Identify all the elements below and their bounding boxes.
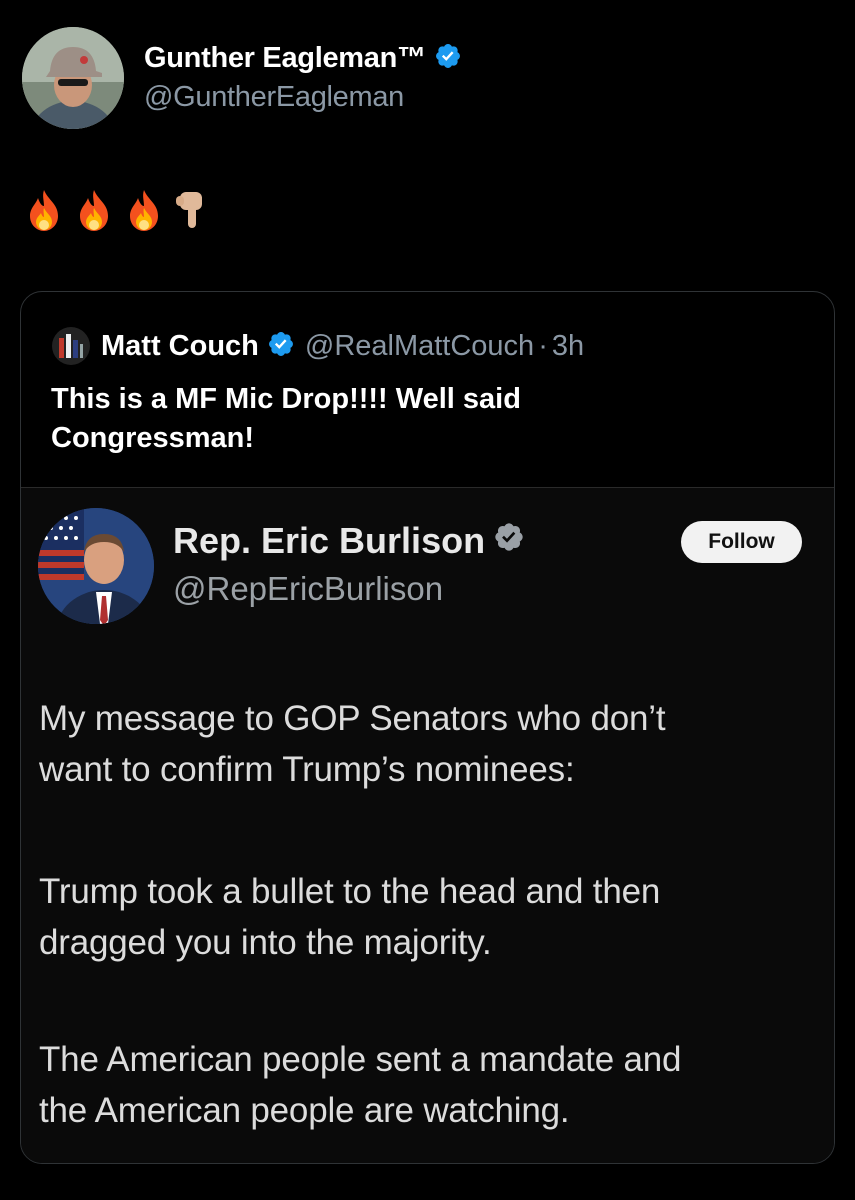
- quoted-timestamp[interactable]: 3h: [552, 330, 584, 363]
- author-avatar[interactable]: [22, 27, 124, 129]
- embedded-text-line: My message to GOP Senators who don’t: [39, 699, 666, 738]
- quoted-avatar[interactable]: [51, 326, 91, 366]
- quoted-text-line: Congressman!: [51, 422, 255, 454]
- embedded-post-image[interactable]: Rep. Eric Burlison @RepEricBurlison Foll…: [21, 487, 834, 1163]
- fire-icon: [30, 190, 58, 231]
- verified-badge-icon: [434, 42, 462, 75]
- embedded-avatar: [38, 508, 154, 624]
- quoted-display-name[interactable]: Matt Couch: [101, 330, 259, 363]
- embedded-handle: @RepEricBurlison: [173, 570, 444, 607]
- embedded-text-line: want to confirm Trump’s nominees:: [39, 750, 575, 789]
- embedded-text-line: Trump took a bullet to the head and then: [39, 872, 661, 911]
- embedded-text-line: The American people sent a mandate and: [39, 1040, 682, 1079]
- embedded-name-text: Rep. Eric Burlison: [173, 520, 486, 561]
- verified-badge-icon: [267, 330, 295, 363]
- post-header: Gunther Eagleman™ @GuntherEagleman: [22, 27, 462, 129]
- post-emoji-row: [24, 188, 208, 232]
- embedded-paragraph: Trump took a bullet to the head and then…: [39, 866, 829, 968]
- quoted-separator: ·: [538, 329, 548, 362]
- embedded-display-name: Rep. Eric Burlison: [173, 520, 525, 562]
- author-handle[interactable]: @GuntherEagleman: [144, 81, 462, 114]
- quoted-text-line: This is a MF Mic Drop!!!! Well said: [51, 383, 521, 415]
- author-info: Gunther Eagleman™ @GuntherEagleman: [144, 42, 462, 114]
- quoted-post-header: Matt Couch @RealMattCouch · 3h: [51, 326, 584, 366]
- verified-badge-icon: [493, 520, 525, 562]
- embedded-paragraph: My message to GOP Senators who don’t wan…: [39, 693, 829, 795]
- fire-icon: [80, 190, 108, 231]
- fire-icon: [130, 190, 158, 231]
- quoted-post-card[interactable]: Matt Couch @RealMattCouch · 3h This is a…: [20, 291, 835, 1164]
- pointing-down-icon: [176, 192, 202, 228]
- embedded-text-line: the American people are watching.: [39, 1091, 570, 1130]
- quoted-post-text: This is a MF Mic Drop!!!! Well said Cong…: [51, 380, 671, 458]
- follow-button[interactable]: Follow: [681, 521, 802, 563]
- author-display-name[interactable]: Gunther Eagleman™: [144, 42, 426, 75]
- quoted-handle[interactable]: @RealMattCouch: [305, 330, 534, 363]
- embedded-paragraph: The American people sent a mandate and t…: [39, 1034, 829, 1136]
- embedded-text-line: dragged you into the majority.: [39, 923, 492, 962]
